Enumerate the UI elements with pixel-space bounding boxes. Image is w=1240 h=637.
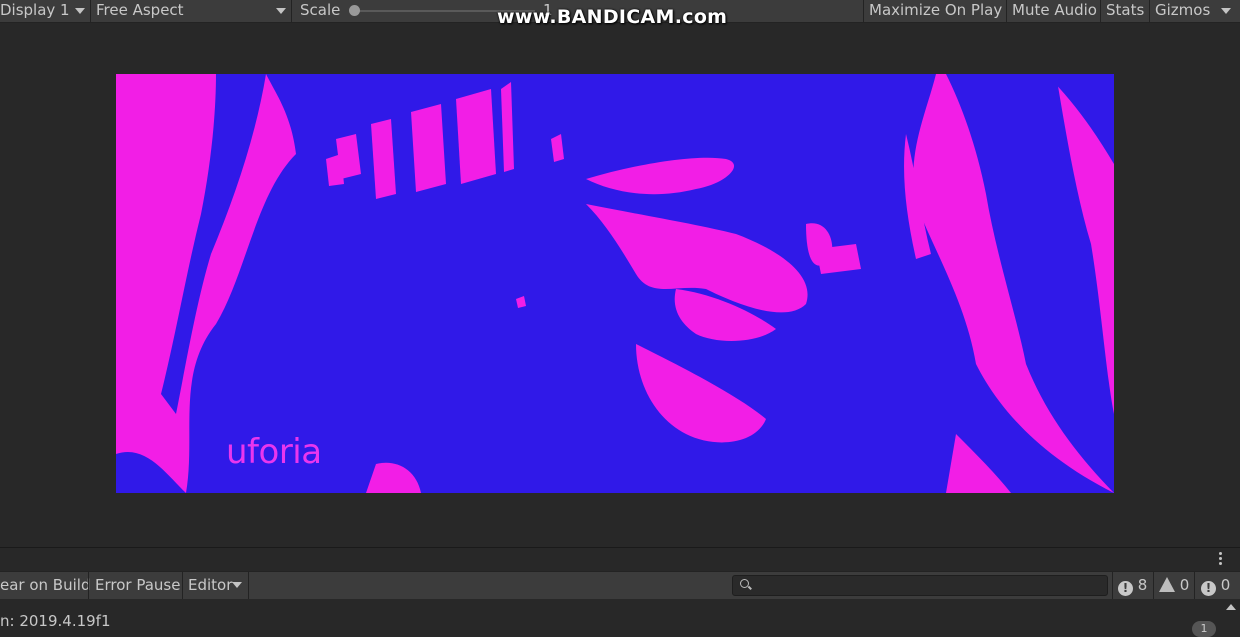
gizmos-dropdown-arrow-icon[interactable]	[1221, 8, 1231, 14]
editor-dropdown[interactable]: Editor	[188, 572, 232, 599]
kebab-menu-icon[interactable]	[1219, 552, 1223, 567]
divider	[1149, 0, 1150, 22]
console-search-input[interactable]	[732, 575, 1108, 596]
divider	[291, 0, 292, 22]
info-icon: !	[1118, 581, 1133, 596]
stats-toggle[interactable]: Stats	[1106, 0, 1144, 22]
divider	[1194, 572, 1195, 599]
mute-audio-toggle[interactable]: Mute Audio	[1012, 0, 1097, 22]
error-count-toggle[interactable]: ! 0	[1201, 572, 1230, 599]
camera-feed-image	[116, 74, 1114, 493]
game-view-render[interactable]: uforia	[116, 74, 1114, 493]
console-log-area[interactable]: n: 2019.4.19f1	[0, 599, 1240, 632]
divider	[1100, 0, 1101, 22]
info-count: 8	[1137, 576, 1148, 594]
clear-on-build-toggle[interactable]: ear on Build	[0, 572, 90, 599]
divider	[182, 572, 183, 599]
divider	[90, 0, 91, 22]
search-icon	[740, 579, 749, 588]
scale-label: Scale	[300, 1, 341, 19]
error-icon: !	[1201, 581, 1216, 596]
scale-slider-handle[interactable]	[349, 5, 360, 16]
aspect-dropdown[interactable]: Free Aspect	[96, 0, 184, 22]
aspect-dropdown-arrow-icon[interactable]	[276, 8, 286, 14]
log-count-badge: 1	[1192, 621, 1216, 637]
gizmos-toggle[interactable]: Gizmos	[1155, 0, 1210, 22]
editor-dropdown-arrow-icon[interactable]	[232, 582, 242, 588]
log-entry-text[interactable]: n: 2019.4.19f1	[0, 612, 111, 630]
maximize-on-play-toggle[interactable]: Maximize On Play	[869, 0, 1002, 22]
divider	[863, 0, 864, 22]
info-count-toggle[interactable]: ! 8	[1118, 572, 1147, 599]
bandicam-watermark: www.BANDICAM.com	[497, 6, 728, 28]
error-pause-toggle[interactable]: Error Pause	[95, 572, 180, 599]
warning-icon	[1159, 577, 1175, 592]
divider	[88, 572, 89, 599]
console-tab-header	[0, 547, 1240, 572]
divider	[248, 572, 249, 599]
display-dropdown-arrow-icon[interactable]	[75, 8, 85, 14]
scroll-up-arrow-icon[interactable]	[1226, 604, 1236, 610]
warning-count-toggle[interactable]: 0	[1159, 572, 1189, 599]
display-dropdown[interactable]: Display 1	[0, 0, 70, 22]
console-toolbar: ear on Build Error Pause Editor ! 8 0 ! …	[0, 571, 1240, 600]
vuforia-logo: uforia	[226, 432, 322, 472]
divider	[1006, 0, 1007, 22]
divider	[1112, 572, 1113, 599]
divider	[1153, 572, 1154, 599]
error-count: 0	[1220, 576, 1231, 594]
warning-count: 0	[1179, 576, 1190, 594]
